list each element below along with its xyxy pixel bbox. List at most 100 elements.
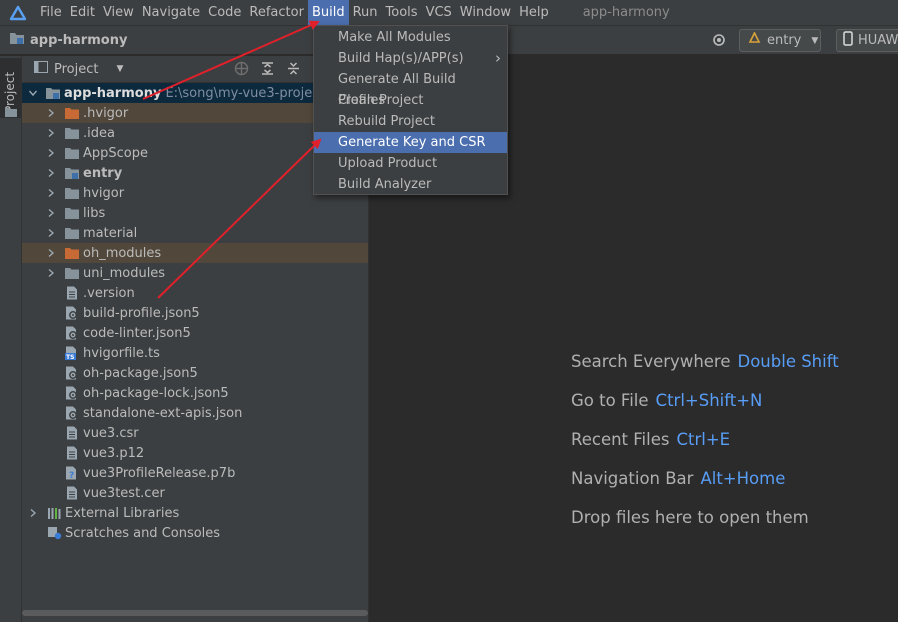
chevron-right-icon[interactable] (28, 508, 38, 518)
menu-file[interactable]: File (36, 0, 66, 25)
menu-item-build-analyzer[interactable]: Build Analyzer (314, 174, 507, 195)
tree-item-label: libs (83, 205, 106, 221)
collapse-all-icon[interactable] (286, 61, 301, 80)
menu-view[interactable]: View (99, 0, 138, 25)
text-file-icon (64, 425, 80, 441)
tree-item-vue3profilerelease-p7b[interactable]: ? vue3ProfileRelease.p7b (22, 463, 368, 483)
tree-item-code-linter-json5[interactable]: code-linter.json5 (22, 323, 368, 343)
config-file-icon (64, 305, 80, 321)
editor-hint: Go to File Ctrl+Shift+N (571, 391, 762, 410)
tree-item-standalone-ext-apis-json[interactable]: standalone-ext-apis.json (22, 403, 368, 423)
tree-item-material[interactable]: material (22, 223, 368, 243)
tree-item-label: vue3.csr (83, 425, 139, 441)
breadcrumb-project: app-harmony (30, 33, 128, 48)
menu-window[interactable]: Window (456, 0, 515, 25)
menu-build[interactable]: Build (307, 0, 349, 25)
menu-item-label: Rebuild Project (338, 114, 436, 129)
target-icon[interactable] (712, 33, 726, 51)
tree-item-external-libraries[interactable]: External Libraries (22, 503, 368, 523)
app-logo-icon (0, 0, 36, 25)
tree-item-label: code-linter.json5 (83, 325, 191, 341)
tree-item-label: hvigorfile.ts (83, 345, 160, 361)
project-view-selector[interactable]: Project ▼ (34, 61, 123, 77)
module-folder-icon (10, 32, 25, 49)
hint-shortcut[interactable]: Ctrl+E (676, 430, 730, 449)
menu-item-label: Upload Product (338, 156, 438, 171)
menu-item-label: Build Hap(s)/APP(s) (338, 51, 464, 66)
tree-item-label: .version (83, 285, 135, 301)
menu-item-upload-product[interactable]: Upload Product (314, 153, 507, 174)
text-file-icon (64, 285, 80, 301)
project-view-icon (34, 61, 48, 77)
hint-text: Drop files here to open them (571, 508, 809, 527)
tree-item-label: uni_modules (83, 265, 166, 281)
menu-help[interactable]: Help (515, 0, 553, 25)
menu-navigate[interactable]: Navigate (138, 0, 204, 25)
chevron-down-icon: ▼ (811, 35, 819, 46)
chevron-right-icon[interactable] (46, 208, 56, 218)
menu-item-label: Generate Key and CSR (338, 135, 486, 150)
chevron-down-icon: ▼ (116, 64, 124, 74)
folder-icon (64, 145, 80, 161)
menu-item-build-hap-s-app-s[interactable]: Build Hap(s)/APP(s) › (314, 48, 507, 69)
chevron-right-icon[interactable] (46, 228, 56, 238)
tree-item-libs[interactable]: libs (22, 203, 368, 223)
menu-item-generate-key-and-csr[interactable]: Generate Key and CSR (314, 132, 507, 153)
tree-item-label: .idea (83, 125, 115, 141)
folder-icon (64, 185, 80, 201)
tree-item-vue3-csr[interactable]: vue3.csr (22, 423, 368, 443)
tree-item-oh-package-json5[interactable]: oh-package.json5 (22, 363, 368, 383)
hint-text: Navigation Bar (571, 469, 694, 488)
menu-tools[interactable]: Tools (382, 0, 422, 25)
menu-code[interactable]: Code (204, 0, 245, 25)
text-file-icon (64, 485, 80, 501)
hint-shortcut[interactable]: Double Shift (738, 352, 839, 371)
chevron-right-icon[interactable] (46, 148, 56, 158)
folder-icon (64, 205, 80, 221)
menu-refactor[interactable]: Refactor (245, 0, 308, 25)
chevron-right-icon[interactable] (46, 268, 56, 278)
tree-item-scratches-and-consoles[interactable]: Scratches and Consoles (22, 523, 368, 543)
tree-item-build-profile-json5[interactable]: build-profile.json5 (22, 303, 368, 323)
chevron-right-icon[interactable] (46, 188, 56, 198)
tree-item-vue3test-cer[interactable]: vue3test.cer (22, 483, 368, 503)
device-selector[interactable]: HUAWEI (836, 29, 898, 52)
module-selector[interactable]: entry ▼ (739, 29, 821, 52)
tree-item-label: entry (83, 165, 123, 181)
tree-item-hvigorfile-ts[interactable]: TS hvigorfile.ts (22, 343, 368, 363)
chevron-right-icon[interactable] (46, 168, 56, 178)
menu-run[interactable]: Run (349, 0, 382, 25)
breadcrumb[interactable]: app-harmony (10, 32, 127, 49)
tree-item-vue3-p12[interactable]: vue3.p12 (22, 443, 368, 463)
tool-window-strip: Project (0, 56, 22, 622)
menu-item-rebuild-project[interactable]: Rebuild Project (314, 111, 507, 132)
tree-item-label: vue3.p12 (83, 445, 145, 461)
scrollbar-thumb[interactable] (22, 610, 368, 616)
menu-item-generate-all-build-profiles[interactable]: Generate All Build Profiles (314, 69, 507, 108)
config-file-icon (64, 385, 80, 401)
menu-edit[interactable]: Edit (66, 0, 99, 25)
tree-item-uni-modules[interactable]: uni_modules (22, 263, 368, 283)
folder-icon (5, 106, 17, 121)
menu-item-clean-project[interactable]: Clean Project (314, 90, 507, 111)
tree-item-label: hvigor (83, 185, 125, 201)
locate-icon[interactable] (234, 61, 249, 80)
menu-item-make-all-modules[interactable]: Make All Modules (314, 27, 507, 48)
build-menu: Make All Modules Build Hap(s)/APP(s) › Gene… (313, 25, 508, 195)
tree-item-oh-modules[interactable]: oh_modules (22, 243, 368, 263)
hint-shortcut[interactable]: Alt+Home (700, 469, 785, 488)
panel-toolbar (234, 61, 301, 80)
horizontal-scrollbar[interactable] (22, 609, 368, 617)
hint-shortcut[interactable]: Ctrl+Shift+N (656, 391, 763, 410)
tree-item-version[interactable]: .version (22, 283, 368, 303)
menu-vcs[interactable]: VCS (422, 0, 456, 25)
chevron-right-icon[interactable] (46, 108, 56, 118)
expand-all-icon[interactable] (260, 61, 275, 80)
chevron-right-icon[interactable] (46, 248, 56, 258)
submenu-arrow-icon: › (495, 49, 501, 67)
chevron-right-icon[interactable] (46, 128, 56, 138)
tree-item-oh-package-lock-json5[interactable]: oh-package-lock.json5 (22, 383, 368, 403)
module-icon (748, 31, 761, 49)
chevron-down-icon[interactable] (28, 88, 38, 98)
editor-hint: Recent Files Ctrl+E (571, 430, 730, 449)
